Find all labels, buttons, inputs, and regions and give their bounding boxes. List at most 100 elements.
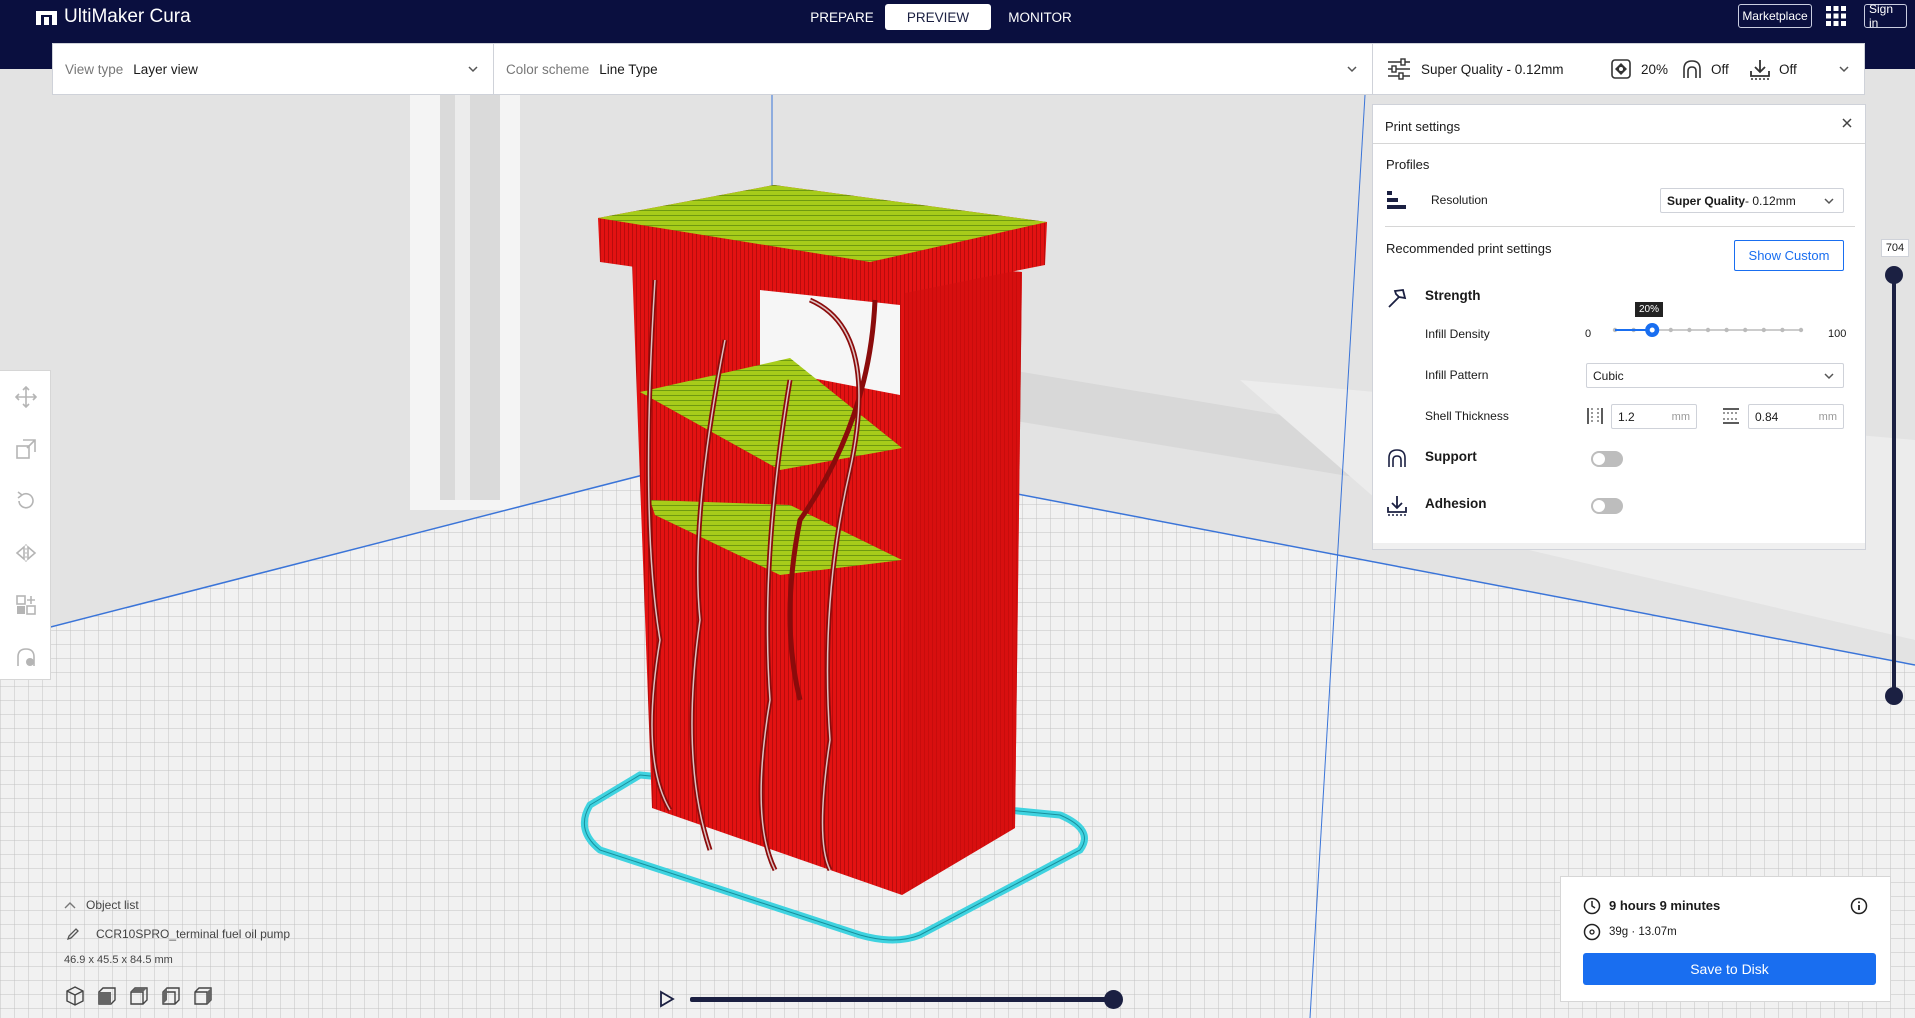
top-bottom-thickness-icon (1722, 407, 1740, 425)
infill-density-tooltip: 20% (1635, 302, 1664, 317)
resolution-layer-height: - 0.12mm (1745, 193, 1796, 208)
panel-resize-handle[interactable] (1373, 543, 1865, 549)
chevron-down-icon (1839, 66, 1849, 73)
panel-divider (1385, 226, 1855, 227)
print-settings-panel: Print settings Profiles Resolution Super… (1372, 104, 1866, 550)
layer-slider-lower-handle[interactable] (1885, 687, 1903, 705)
infill-pattern-dropdown[interactable]: Cubic (1586, 363, 1844, 388)
3d-view-icon[interactable] (64, 985, 86, 1007)
material-usage: 39g · 13.07m (1609, 926, 1677, 938)
stage-tabs: PREPARE PREVIEW MONITOR (805, 4, 1083, 30)
adhesion-label: Adhesion (1425, 496, 1487, 511)
chevron-down-icon (1824, 373, 1834, 380)
chevron-down-icon (1824, 198, 1834, 205)
view-type-value: Layer view (133, 61, 198, 77)
front-view-icon[interactable] (96, 985, 118, 1007)
scale-tool-icon[interactable] (12, 435, 40, 463)
color-scheme-dropdown[interactable]: Color scheme Line Type (494, 44, 1372, 94)
support-icon (1386, 447, 1408, 469)
infill-slider-tick (1761, 327, 1766, 333)
clock-icon (1583, 897, 1601, 915)
layer-path-slider-handle[interactable] (1104, 990, 1123, 1009)
view-toolbar: View type Layer view Color scheme Line T… (52, 43, 1865, 95)
panel-title: Print settings (1385, 118, 1461, 134)
right-view-icon[interactable] (192, 985, 214, 1007)
play-icon[interactable] (659, 990, 675, 1008)
view-type-label: View type (65, 61, 124, 77)
top-bottom-thickness-value: 0.84 (1755, 409, 1779, 424)
app-name: UltiMaker Cura (64, 6, 191, 27)
infill-slider-tick (1798, 327, 1804, 333)
save-to-disk-button[interactable]: Save to Disk (1583, 953, 1876, 985)
tab-monitor[interactable]: MONITOR (997, 4, 1083, 30)
close-icon[interactable] (1841, 117, 1853, 129)
pencil-icon (66, 928, 79, 941)
show-custom-button[interactable]: Show Custom (1734, 240, 1844, 271)
wall-thickness-icon (1586, 407, 1604, 425)
infill-slider-tick (1743, 327, 1748, 333)
infill-pattern-value: Cubic (1593, 368, 1624, 383)
sliders-icon (1388, 58, 1410, 80)
object-name-row[interactable]: CCR10SPRO_terminal fuel oil pump (66, 927, 290, 941)
support-blocker-icon[interactable] (12, 643, 40, 671)
spool-icon (1583, 923, 1601, 941)
infill-slider-tick (1687, 327, 1692, 333)
resolution-label: Resolution (1431, 193, 1488, 207)
apps-grid-icon[interactable] (1826, 6, 1846, 26)
infill-slider-tick (1780, 327, 1785, 333)
layer-path-slider[interactable] (690, 997, 1120, 1002)
tab-prepare[interactable]: PREPARE (805, 4, 879, 30)
resolution-quality: Super Quality (1667, 193, 1746, 208)
print-settings-summary[interactable]: Super Quality - 0.12mm 20% Off Off (1373, 44, 1864, 94)
infill-slider-tick (1705, 327, 1711, 333)
rotate-tool-icon[interactable] (12, 487, 40, 515)
shell-thickness-label: Shell Thickness (1425, 409, 1509, 423)
infill-slider-tick (1668, 327, 1673, 333)
support-label: Support (1425, 449, 1477, 464)
object-list-toggle[interactable]: Object list (64, 898, 139, 912)
view-type-dropdown[interactable]: View type Layer view (53, 44, 493, 94)
top-bottom-thickness-input[interactable]: 0.84 mm (1748, 404, 1844, 429)
adhesion-toggle[interactable] (1591, 498, 1623, 514)
infill-slider-tick (1724, 327, 1729, 333)
infill-density-slider[interactable] (1603, 315, 1813, 345)
support-toggle[interactable] (1591, 451, 1623, 467)
left-view-icon[interactable] (160, 985, 182, 1007)
current-layer-value[interactable]: 704 (1881, 239, 1909, 257)
wall-thickness-input[interactable]: 1.2 mm (1611, 404, 1697, 429)
per-model-settings-icon[interactable] (12, 591, 40, 619)
mirror-tool-icon[interactable] (12, 539, 40, 567)
app-logo: UltiMaker Cura (36, 6, 191, 28)
color-scheme-label: Color scheme (506, 61, 590, 77)
object-list-label: Object list (86, 898, 139, 912)
recommended-heading: Recommended print settings (1386, 241, 1552, 256)
layer-slider-upper-handle[interactable] (1885, 266, 1903, 284)
print-info-panel: 9 hours 9 minutes 39g · 13.07m Save to D… (1560, 876, 1891, 1002)
profiles-heading: Profiles (1386, 157, 1430, 172)
support-summary: Off (1711, 61, 1729, 77)
infill-density-label: Infill Density (1425, 327, 1490, 341)
move-tool-icon[interactable] (12, 383, 40, 411)
resolution-icon (1386, 189, 1408, 211)
signin-button[interactable]: Sign in (1864, 2, 1907, 30)
infill-min-label: 0 (1585, 328, 1592, 340)
wall-thickness-value: 1.2 (1618, 409, 1635, 424)
chevron-down-icon (468, 66, 478, 73)
infill-slider-track (1612, 323, 1804, 337)
layer-slider-track (1892, 274, 1896, 699)
object-dimensions: 46.9 x 45.5 x 84.5 mm (64, 954, 173, 966)
infill-slider-handle-center (1649, 327, 1655, 333)
info-icon[interactable] (1850, 897, 1868, 915)
top-bottom-thickness-unit: mm (1818, 410, 1837, 423)
top-view-icon[interactable] (128, 985, 150, 1007)
marketplace-button[interactable]: Marketplace (1738, 4, 1812, 28)
infill-max-label: 100 (1828, 328, 1847, 340)
layer-slider[interactable] (1882, 240, 1906, 705)
infill-summary: 20% (1641, 61, 1669, 77)
adhesion-icon (1386, 494, 1408, 516)
tab-preview[interactable]: PREVIEW (885, 4, 991, 30)
adhesion-summary: Off (1779, 61, 1797, 77)
object-name: CCR10SPRO_terminal fuel oil pump (96, 927, 291, 941)
resolution-dropdown[interactable]: Super Quality - 0.12mm (1660, 188, 1844, 213)
support-icon (1683, 60, 1701, 78)
